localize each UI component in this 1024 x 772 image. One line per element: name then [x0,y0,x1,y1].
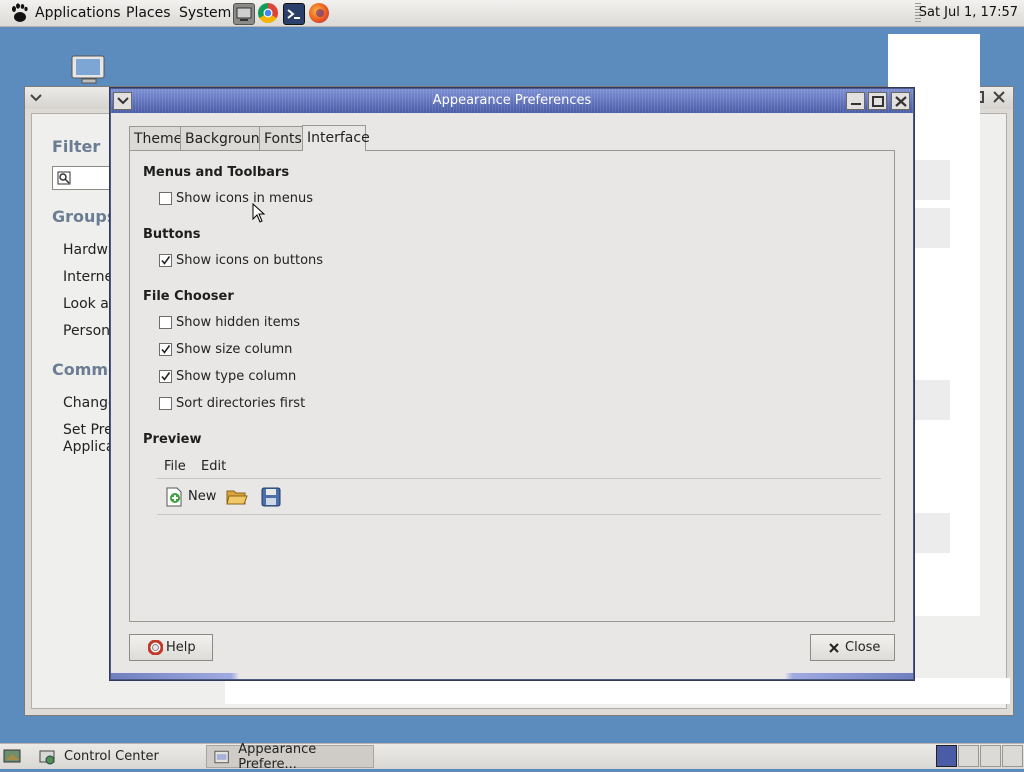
dialog-title: Appearance Preferences [432,93,592,108]
checkbox-box[interactable] [159,342,172,356]
gnome-foot-icon[interactable] [8,2,30,24]
close-icon [829,642,839,653]
tab-theme[interactable]: Theme [129,126,183,150]
minimize-icon [850,103,861,105]
tab-label: Theme [134,131,183,147]
taskbar-label: Appearance Prefere... [238,741,317,772]
firefox-icon[interactable] [309,3,329,23]
tab-label: Interface [307,130,370,146]
workspace-1[interactable] [936,745,957,767]
tab-background[interactable]: Background [180,126,269,150]
show-desktop-icon[interactable] [2,746,24,766]
help-lifebuoy-icon [148,640,163,655]
interface-tab-panel [129,150,895,622]
control-center-bottom-area [225,678,1010,704]
maximize-button[interactable] [868,92,887,110]
close-button[interactable]: Close [810,634,895,661]
new-document-icon[interactable] [164,487,184,507]
close-icon [894,95,907,107]
control-center-icon [39,750,55,764]
close-window-button[interactable] [891,92,910,110]
search-icon [57,171,71,185]
preview-edit-menu[interactable]: Edit [201,459,226,474]
menus-toolbars-heading: Menus and Toolbars [143,165,290,180]
close-button-label: Close [845,640,881,655]
workspace-4[interactable] [1002,745,1023,767]
mouse-pointer-icon [252,203,266,223]
common-task-item[interactable]: Change [63,395,117,411]
clock[interactable]: Sat Jul 1, 17:57 [919,5,1018,20]
top-panel: Applications Places System Sat Jul 1, 17… [0,0,1024,27]
sort-directories-first-checkbox[interactable]: Sort directories first [159,394,305,412]
checkbox-label[interactable]: Sort directories first [176,396,305,411]
workspace-2[interactable] [958,745,979,767]
checkbox-box[interactable] [159,253,172,267]
checkbox-box[interactable] [159,191,172,205]
preview-new-label[interactable]: New [188,489,216,504]
preview-menubar-separator [157,478,881,479]
minimize-button[interactable] [846,92,865,110]
workspace-3[interactable] [980,745,1001,767]
taskbar-appearance-preferences[interactable]: Appearance Prefere... [206,742,374,772]
terminal-icon[interactable] [283,3,305,25]
file-manager-icon[interactable] [233,3,255,25]
window-menu-icon[interactable] [30,93,42,103]
help-button[interactable]: Help [129,634,213,661]
preview-file-menu[interactable]: File [164,459,186,474]
show-size-column-checkbox[interactable]: Show size column [159,340,292,358]
groups-heading: Groups [52,207,117,226]
file-chooser-heading: File Chooser [143,289,234,304]
window-menu-button[interactable] [113,92,132,110]
filter-input[interactable] [52,166,112,190]
computer-desktop-icon[interactable] [68,54,110,88]
group-item[interactable]: Hardwa [63,242,117,258]
show-icons-in-menus-checkbox[interactable]: Show icons in menus [159,189,313,207]
dialog-bottom-border [111,673,913,679]
checkbox-box[interactable] [159,315,172,329]
show-hidden-items-checkbox[interactable]: Show hidden items [159,313,300,331]
taskbar-label: Control Center [64,749,159,764]
chevron-down-icon [116,97,129,105]
dialog-titlebar[interactable]: Appearance Preferences [111,89,913,113]
show-type-column-checkbox[interactable]: Show type column [159,367,296,385]
save-icon[interactable] [261,487,281,507]
bottom-panel: Control Center Appearance Prefere... [0,742,1024,772]
help-button-label: Help [166,640,196,655]
tab-fonts[interactable]: Fonts [259,126,303,150]
applications-menu[interactable]: Applications [35,5,121,21]
system-menu[interactable]: System [179,5,231,21]
checkbox-label[interactable]: Show hidden items [176,315,300,330]
checkbox-label[interactable]: Show icons on buttons [176,253,323,268]
show-icons-on-buttons-checkbox[interactable]: Show icons on buttons [159,251,323,269]
checkmark-icon [161,255,171,265]
preview-heading: Preview [143,432,202,447]
checkbox-label[interactable]: Show type column [176,369,296,384]
filter-heading: Filter [52,137,101,156]
open-folder-icon[interactable] [226,487,248,507]
tab-interface[interactable]: Interface [302,125,370,151]
taskbar-control-center[interactable]: Control Center [32,745,200,768]
checkmark-icon [161,371,171,381]
places-menu[interactable]: Places [126,5,171,21]
maximize-icon [871,95,884,107]
checkbox-label[interactable]: Show icons in menus [176,191,313,206]
checkbox-box[interactable] [159,369,172,383]
checkbox-box[interactable] [159,396,172,410]
chrome-icon[interactable] [258,3,278,23]
tab-label: Background [185,131,269,147]
tab-label: Fonts [264,131,302,147]
checkbox-label[interactable]: Show size column [176,342,292,357]
close-icon[interactable] [991,90,1007,104]
buttons-heading: Buttons [143,227,201,242]
preview-toolbar-separator [157,514,881,515]
appearance-icon [214,750,229,763]
checkmark-icon [161,344,171,354]
